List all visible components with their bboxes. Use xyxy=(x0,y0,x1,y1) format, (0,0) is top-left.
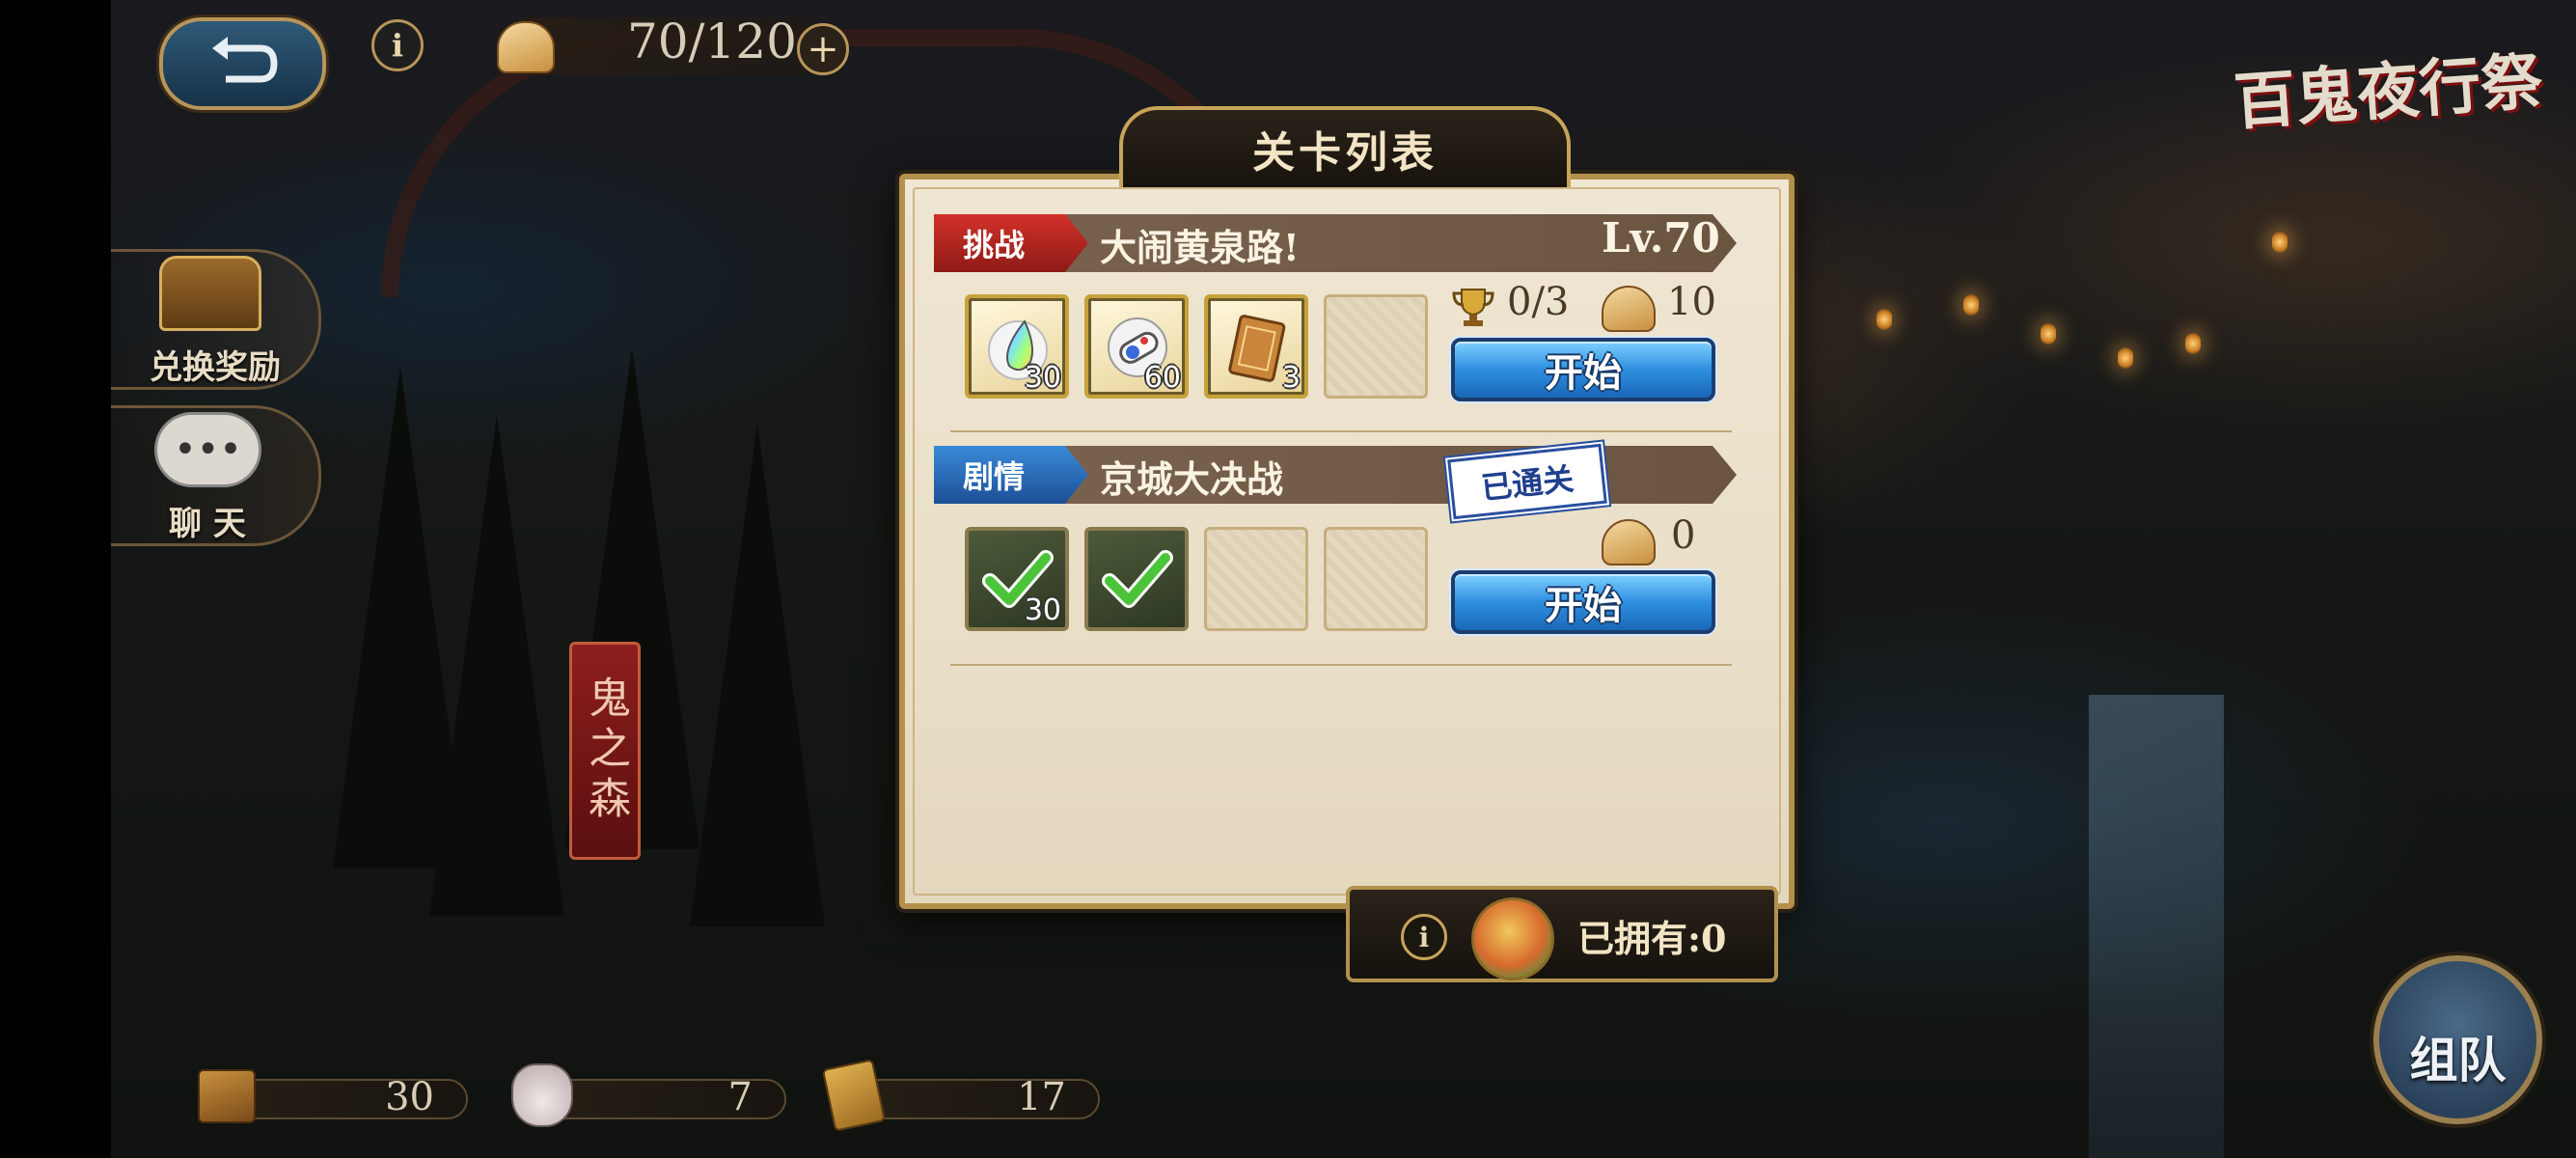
inventory-value: 17 xyxy=(1017,1075,1066,1119)
stage-name: 京城大决战 xyxy=(1100,457,1284,501)
reward-count: 3 xyxy=(1281,361,1301,395)
area-sign[interactable]: 鬼之森 xyxy=(569,642,641,860)
stage-name: 大闹黄泉路! xyxy=(1100,226,1300,269)
stage-level: Lv.70 xyxy=(1602,214,1720,262)
back-arrow-icon xyxy=(211,37,278,83)
stage-tag-story: 剧情 xyxy=(934,446,1088,504)
lantern-light xyxy=(2185,333,2201,354)
treasure-chest-icon xyxy=(159,256,261,331)
chat-label: 聊 天 xyxy=(169,505,246,543)
trophy-icon xyxy=(1452,289,1494,326)
reward-slot[interactable]: 3 xyxy=(1204,294,1308,399)
lantern-light xyxy=(2272,232,2288,253)
divider xyxy=(950,430,1732,432)
pouch-icon xyxy=(511,1063,573,1127)
owned-info-button[interactable]: i xyxy=(1401,914,1447,960)
info-button[interactable]: i xyxy=(371,19,424,71)
owned-label-text: 已拥有: xyxy=(1577,917,1702,960)
trophy-count: 0/3 xyxy=(1507,280,1570,324)
lantern-light xyxy=(2041,323,2056,345)
reward-count: 30 xyxy=(1024,361,1061,395)
tree-silhouette xyxy=(690,425,825,926)
lantern-light xyxy=(2118,347,2133,369)
waterfall-decoration xyxy=(2089,695,2224,1158)
stamina-value: 70/120 xyxy=(627,14,797,69)
back-button[interactable] xyxy=(159,17,326,110)
inventory-value: 7 xyxy=(727,1075,753,1119)
reward-count: 60 xyxy=(1143,361,1181,395)
lantern-light xyxy=(1963,294,1979,316)
bread-cost-icon xyxy=(1602,286,1656,332)
stamina-cost: 10 xyxy=(1667,280,1716,324)
panel-title-plate: 关卡列表 xyxy=(1119,106,1571,187)
panel-title: 关卡列表 xyxy=(1252,128,1438,178)
bread-cost-icon xyxy=(1602,519,1656,565)
stage-tag-challenge: 挑战 xyxy=(934,214,1088,272)
crate-icon xyxy=(198,1069,256,1123)
team-button[interactable]: 组队 xyxy=(2373,955,2542,1124)
empty-reward-slot xyxy=(1324,527,1428,631)
reward-slot[interactable]: 60 xyxy=(1084,294,1189,399)
start-button[interactable]: 开始 xyxy=(1451,338,1715,401)
reward-count: 30 xyxy=(1024,593,1061,627)
reward-slot[interactable]: 30 xyxy=(965,294,1069,399)
empty-reward-slot xyxy=(1324,294,1428,399)
start-button[interactable]: 开始 xyxy=(1451,570,1715,634)
event-item-icon xyxy=(1471,897,1554,980)
empty-reward-slot xyxy=(1204,527,1308,631)
bread-stamina-icon xyxy=(497,21,555,73)
reward-slot[interactable] xyxy=(1084,527,1189,631)
inventory-value: 30 xyxy=(385,1075,434,1119)
checkmark-icon xyxy=(1102,550,1173,608)
stamina-cost: 0 xyxy=(1671,513,1696,558)
lantern-light xyxy=(1877,309,1892,330)
chat-button[interactable]: ••• 聊 天 xyxy=(111,405,321,546)
tree-silhouette xyxy=(429,415,564,917)
divider xyxy=(950,664,1732,666)
exchange-rewards-button[interactable]: 兑换奖励 xyxy=(111,249,321,390)
reward-slot[interactable]: 30 xyxy=(965,527,1069,631)
event-logo: 百鬼夜行祭 xyxy=(2232,44,2545,140)
exchange-rewards-label: 兑换奖励 xyxy=(150,348,281,387)
owned-label: 已拥有:0 xyxy=(1577,909,1726,962)
chat-bubble-icon: ••• xyxy=(154,412,261,487)
add-stamina-button[interactable]: + xyxy=(797,23,849,75)
owned-value: 0 xyxy=(1701,917,1727,960)
